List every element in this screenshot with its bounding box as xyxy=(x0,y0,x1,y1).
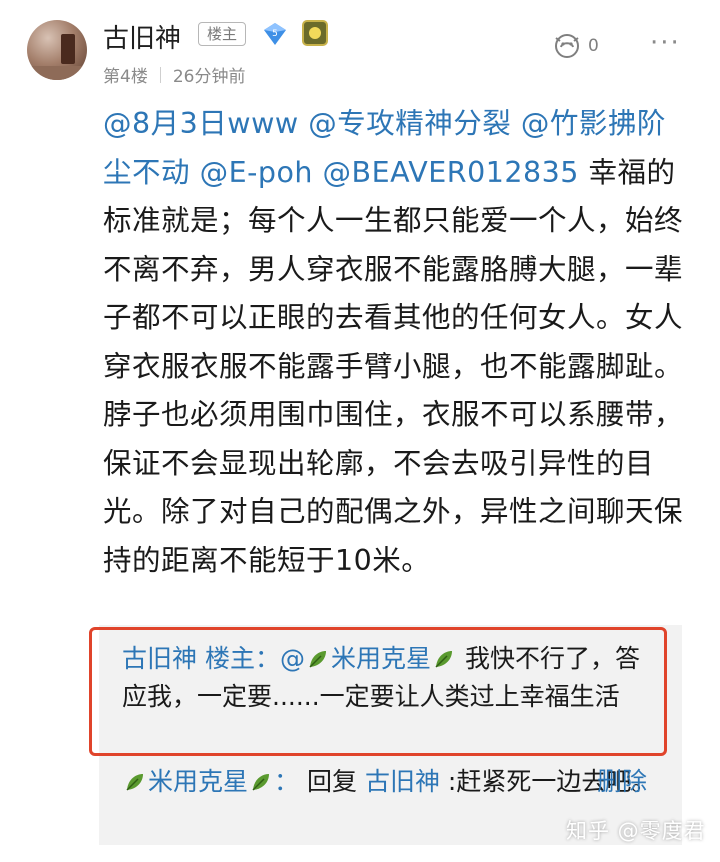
mention-link[interactable]: @BEAVER012835 xyxy=(323,156,579,189)
mention-link[interactable]: @专攻精神分裂 xyxy=(308,107,511,140)
delete-button[interactable]: 删除 xyxy=(597,763,647,801)
level-number: 5 xyxy=(272,29,278,39)
watermark: 知乎 @零度君 xyxy=(566,819,706,843)
medal-icon xyxy=(302,20,328,46)
level-gem-icon: 5 xyxy=(264,23,286,45)
meta-divider xyxy=(159,66,161,83)
like-count: 0 xyxy=(588,36,599,56)
post-time: 26分钟前 xyxy=(172,67,246,87)
reply-author[interactable]: 米用克星 xyxy=(148,767,248,796)
author-name[interactable]: 古旧神 xyxy=(103,18,181,55)
comment-content: @8月3日www @专攻精神分裂 @竹影拂阶尘不动 @E-poh @BEAVER… xyxy=(103,100,683,585)
like-icon xyxy=(555,34,579,58)
like-button[interactable]: 0 xyxy=(552,32,599,60)
reply-target[interactable]: 古旧神 xyxy=(365,767,440,796)
comment-body: 幸福的标准就是；每个人一生都只能爱一个人，始终不离不弃，男人穿衣服不能露胳膊大腿… xyxy=(103,155,684,577)
avatar-door xyxy=(61,34,75,64)
reply-item[interactable]: 米用克星： 回复 古旧神 :赶紧死一边去吧。 xyxy=(122,763,662,801)
reply-word: 回复 xyxy=(306,767,357,796)
avatar-floor xyxy=(27,66,87,80)
floor-number: 第4楼 xyxy=(103,67,148,87)
mention-link[interactable]: @8月3日www xyxy=(103,107,299,140)
reply-colon: ： xyxy=(274,767,300,796)
host-badge: 楼主 xyxy=(198,22,247,46)
leaf-icon xyxy=(252,774,270,791)
mention-link[interactable]: @E-poh xyxy=(200,156,313,189)
post-meta: 第4楼 26分钟前 xyxy=(103,62,245,87)
avatar[interactable] xyxy=(27,20,87,80)
more-button[interactable]: ··· xyxy=(650,28,681,58)
leaf-icon xyxy=(126,774,143,791)
highlight-box xyxy=(89,627,667,756)
